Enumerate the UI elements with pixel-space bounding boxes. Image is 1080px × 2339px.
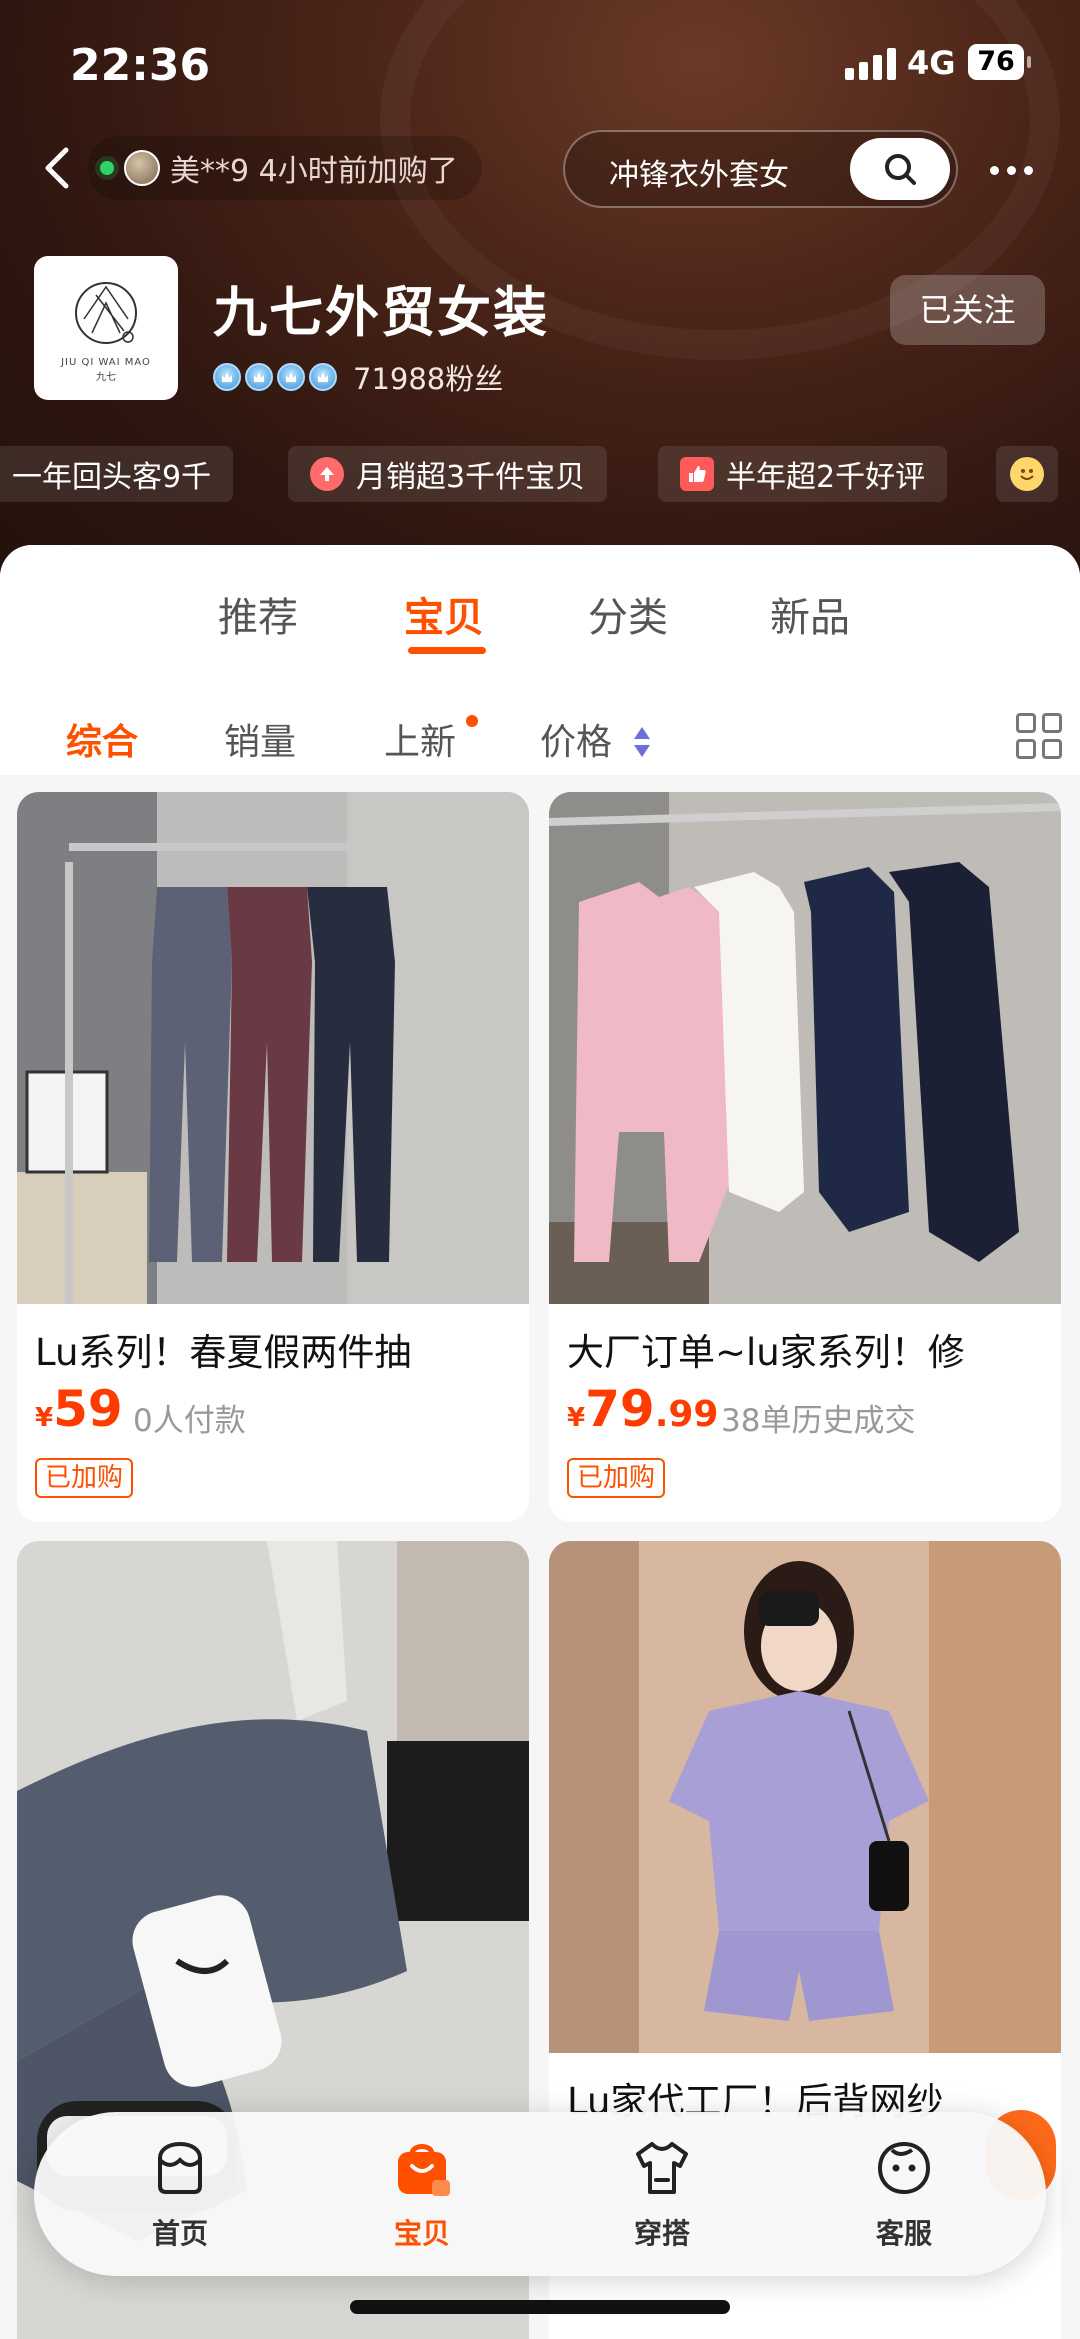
product-card[interactable]: 大厂订单~lu家系列！修 ¥79.99 38单历史成交 已加购: [549, 792, 1061, 1522]
product-sales: 0人付款: [133, 1403, 246, 1439]
product-price: ¥59: [35, 1380, 123, 1438]
nav-home[interactable]: 首页: [120, 2136, 240, 2256]
chevron-left-icon: [45, 147, 69, 189]
storefront-icon: [158, 2141, 202, 2194]
tshirt-icon: [636, 2142, 688, 2194]
badge-monthly-sales[interactable]: 月销超3千件宝贝: [288, 446, 608, 502]
product-image-jackets: [549, 792, 1061, 1304]
nav-outfits[interactable]: 穿搭: [602, 2136, 722, 2256]
fans-count: 71988粉丝: [353, 362, 504, 396]
badge-text: 半年超2千好评: [726, 460, 926, 495]
more-options-button[interactable]: [990, 150, 1046, 190]
logo-text-cn: 九七: [96, 372, 116, 383]
product-card[interactable]: Lu系列！春夏假两件抽 ¥59 0人付款 已加购: [17, 792, 529, 1522]
service-face-icon: [877, 2141, 931, 2195]
store-meta: 71988粉丝: [213, 356, 503, 398]
added-to-cart-tag: 已加购: [35, 1458, 134, 1498]
badge-text: 月销超3千件宝贝: [356, 460, 586, 495]
crown-icon: [309, 363, 337, 391]
tab-new-arrivals[interactable]: 新品: [770, 585, 850, 643]
crown-icon: [213, 363, 241, 391]
product-title: Lu系列！春夏假两件抽: [35, 1331, 412, 1374]
store-content: 推荐 宝贝 分类 新品 综合 销量 上新 价格 Lu系列！春夏假两件抽 ¥ 59…: [0, 545, 1080, 2339]
smile-icon: [1010, 457, 1044, 491]
sort-newest[interactable]: 上新: [384, 713, 456, 765]
search-icon: [885, 154, 916, 185]
product-title: 大厂订单~lu家系列！修: [567, 1331, 965, 1374]
search-query[interactable]: 冲锋衣外套女: [609, 150, 789, 194]
product-image-tshirt-set: [549, 1541, 1061, 2053]
store-badges: 一年回头客9千 月销超3千件宝贝 半年超2千好评: [0, 446, 1080, 502]
nav-customer-service[interactable]: 客服: [844, 2136, 964, 2256]
product-price: ¥79.99: [567, 1380, 719, 1438]
recent-activity-ticker: 美**9 4小时前加购了: [88, 136, 482, 200]
bottom-navigation: 首页 宝贝 穿搭 客服: [34, 2112, 1046, 2276]
crown-icon: [277, 363, 305, 391]
new-indicator-dot: [466, 715, 478, 727]
activity-text: 美**9 4小时前加购了: [170, 154, 458, 189]
crown-icon: [245, 363, 273, 391]
sort-arrows-icon: [634, 727, 650, 757]
sort-sales[interactable]: 销量: [224, 713, 296, 765]
more-dots-icon: [990, 165, 999, 175]
badge-text: 一年回头客9千: [12, 460, 212, 495]
follow-button[interactable]: 已关注: [890, 275, 1045, 345]
tab-recommend[interactable]: 推荐: [218, 585, 298, 643]
product-sales: 38单历史成交: [721, 1403, 916, 1439]
status-bar: 22:36 4G 76: [0, 0, 1080, 130]
store-logo-emblem: [75, 282, 137, 344]
tab-categories[interactable]: 分类: [588, 585, 668, 643]
layout-toggle-icon[interactable]: [1016, 713, 1062, 759]
thumbs-up-icon: [680, 457, 714, 491]
badge-good-reviews[interactable]: 半年超2千好评: [658, 446, 948, 502]
tab-bar: 推荐 宝贝 分类 新品 综合 销量 上新 价格: [0, 545, 1080, 775]
added-to-cart-tag: 已加购: [567, 1458, 666, 1498]
status-time: 22:36: [70, 40, 211, 91]
badge-repeat-customers[interactable]: 一年回头客9千: [0, 446, 234, 502]
sort-price[interactable]: 价格: [540, 713, 612, 765]
sort-overall[interactable]: 综合: [66, 713, 138, 765]
signal-icon: [845, 48, 896, 80]
up-arrow-icon: [310, 457, 344, 491]
battery-icon: 76: [968, 44, 1031, 80]
network-type: 4G: [907, 44, 956, 82]
shopping-bag-icon: [398, 2144, 450, 2196]
live-dot-icon: [100, 161, 114, 175]
back-button[interactable]: [36, 138, 76, 198]
product-image-pants: [17, 792, 529, 1304]
badge-more[interactable]: [996, 446, 1058, 502]
active-tab-indicator: [408, 647, 486, 654]
nav-products[interactable]: 宝贝: [362, 2136, 482, 2256]
search-button[interactable]: [850, 138, 950, 200]
store-name[interactable]: 九七外贸女装: [213, 268, 549, 347]
logo-text-en: JIU QI WAI MAO: [61, 357, 151, 368]
home-indicator: [350, 2300, 730, 2314]
store-search-box[interactable]: 冲锋衣外套女: [563, 130, 958, 208]
avatar: [124, 150, 160, 186]
tab-products[interactable]: 宝贝: [404, 585, 484, 643]
store-logo[interactable]: JIU QI WAI MAO 九七: [34, 256, 178, 400]
